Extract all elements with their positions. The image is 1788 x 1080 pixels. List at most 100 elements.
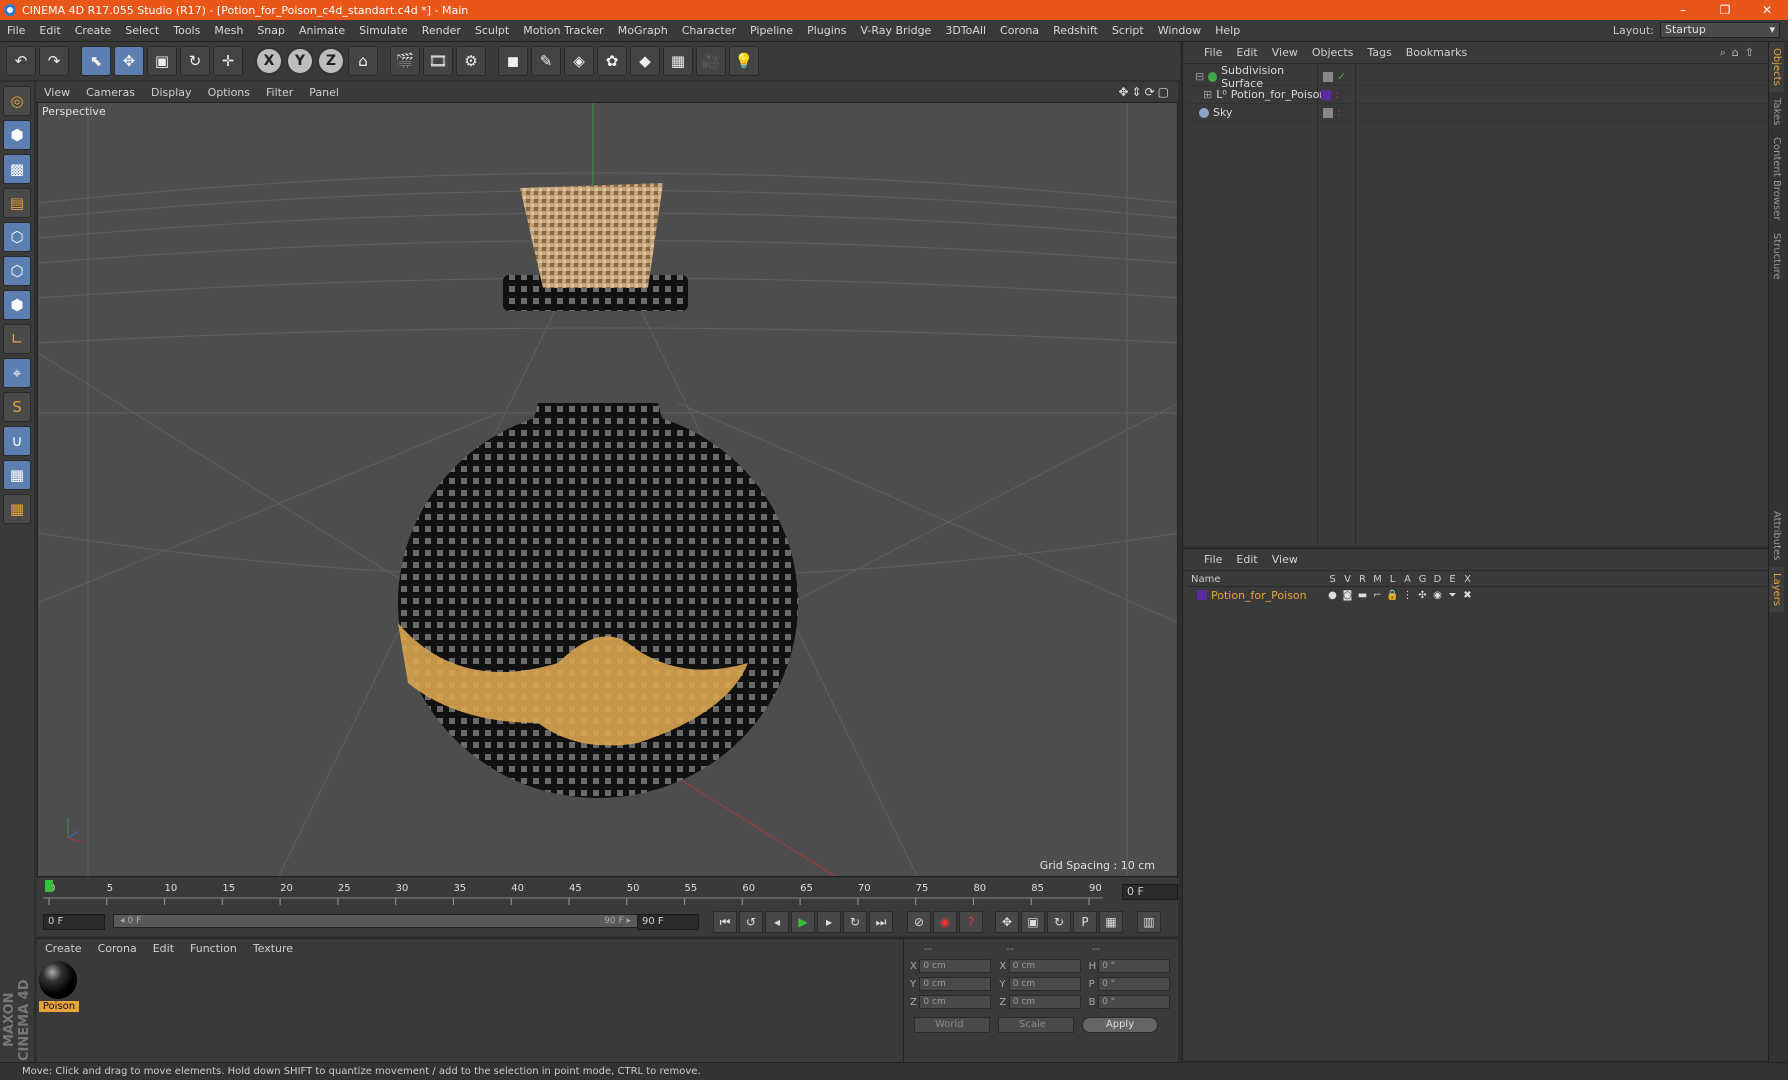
object-menu-bookmarks[interactable]: Bookmarks [1399, 46, 1474, 59]
start-frame-field[interactable]: 0 F [43, 914, 105, 930]
menu-render[interactable]: Render [415, 24, 468, 37]
record-active-icon[interactable]: ◉ [933, 911, 957, 933]
record-keys-icon[interactable]: ⊘ [907, 911, 931, 933]
layer-animation-icon[interactable]: ⋮ [1400, 590, 1415, 601]
camera-icon[interactable]: 🎥 [696, 46, 726, 76]
next-frame-icon[interactable]: ▸ [817, 911, 841, 933]
autokey-icon[interactable]: ? [959, 911, 983, 933]
layer-manager-icon[interactable]: ⌐ [1370, 590, 1385, 601]
perspective-viewport[interactable]: Perspective Grid Spacing : 10 cm [37, 102, 1178, 877]
menu-edit[interactable]: Edit [32, 24, 67, 37]
restore-button[interactable]: ❐ [1704, 0, 1746, 20]
axis-mode-icon[interactable]: ∟ [3, 324, 31, 354]
minimize-button[interactable]: – [1662, 0, 1704, 20]
magnet-icon[interactable]: ∪ [3, 426, 31, 456]
undo-icon[interactable]: ↶ [6, 46, 36, 76]
tab-structure[interactable]: Structure [1769, 227, 1784, 286]
tweak-mode-icon[interactable]: ⌖ [3, 358, 31, 388]
tab-layers[interactable]: Layers [1769, 566, 1784, 612]
coordinate-system-icon[interactable]: ⌂ [348, 46, 378, 76]
object-row-sky[interactable]: Sky : [1187, 104, 1767, 122]
key-scale-icon[interactable]: ▣ [1021, 911, 1045, 933]
live-selection-icon[interactable]: ⬉ [81, 46, 111, 76]
menu-snap[interactable]: Snap [250, 24, 292, 37]
object-menu-file[interactable]: File [1197, 46, 1229, 59]
previous-key-icon[interactable]: ↺ [739, 911, 763, 933]
size-z-field[interactable]: 0 cm [1008, 995, 1081, 1009]
size-y-field[interactable]: 0 cm [1008, 977, 1081, 991]
texture-mode-icon[interactable]: ▩ [3, 154, 31, 184]
layer-row[interactable]: Potion_for_Poison ● ◙ ▬ ⌐ 🔒 ⋮ ✣ ◉ ⏷ ✖ [1187, 587, 1767, 603]
object-menu-edit[interactable]: Edit [1229, 46, 1264, 59]
visibility-toggle-icon[interactable] [1323, 71, 1333, 82]
position-z-field[interactable]: 0 cm [919, 995, 992, 1009]
y-axis-lock-icon[interactable]: Y [286, 47, 314, 75]
menu-3dtoall[interactable]: 3DToAll [938, 24, 993, 37]
playhead-marker[interactable] [45, 880, 53, 892]
viewport-menu-options[interactable]: Options [200, 86, 258, 99]
sky-dots-icon[interactable]: : [1337, 106, 1341, 119]
render-settings-icon[interactable]: ⚙ [456, 46, 486, 76]
subdivision-generator-icon[interactable]: ◈ [564, 46, 594, 76]
viewport-navigation-icons[interactable]: ✥⇕⟳▢ [1118, 85, 1172, 99]
go-to-start-icon[interactable]: ⏮ [713, 911, 737, 933]
menu-corona[interactable]: Corona [993, 24, 1046, 37]
layer-menu-edit[interactable]: Edit [1229, 553, 1264, 566]
layer-render-icon[interactable]: ▬ [1355, 590, 1370, 601]
polygons-mode-icon[interactable]: ⬢ [3, 290, 31, 320]
workplane-lock-icon[interactable]: ▦ [3, 460, 31, 490]
menu-plugins[interactable]: Plugins [800, 24, 853, 37]
material-menu-corona[interactable]: Corona [90, 942, 145, 955]
key-parameter-icon[interactable]: P [1073, 911, 1097, 933]
size-x-field[interactable]: 0 cm [1008, 959, 1081, 973]
play-icon[interactable]: ▶ [791, 911, 815, 933]
object-menu-objects[interactable]: Objects [1305, 46, 1361, 59]
grid-snap-icon[interactable]: ▦ [3, 494, 31, 524]
object-row-potion[interactable]: ⊞ L⁰ Potion_for_Poison : [1187, 86, 1767, 104]
tab-attributes[interactable]: Attributes [1769, 505, 1784, 566]
layer-xref-icon[interactable]: ✖ [1460, 590, 1475, 601]
rotate-tool-icon[interactable]: ↻ [180, 46, 210, 76]
menu-simulate[interactable]: Simulate [352, 24, 415, 37]
tab-objects[interactable]: Objects [1769, 42, 1784, 92]
viewport-menu-cameras[interactable]: Cameras [78, 86, 143, 99]
menu-redshift[interactable]: Redshift [1046, 24, 1105, 37]
go-to-end-icon[interactable]: ⏭ [869, 911, 893, 933]
material-swatch[interactable]: Poison [39, 961, 79, 1012]
points-mode-icon[interactable]: ⬡ [3, 222, 31, 252]
apply-button[interactable]: Apply [1082, 1017, 1158, 1033]
timeline-ruler[interactable]: 051015202530354045505560657075808590 [43, 878, 1103, 908]
next-key-icon[interactable]: ↻ [843, 911, 867, 933]
viewport-camera-label[interactable]: Perspective [42, 105, 106, 118]
edges-mode-icon[interactable]: ⬡ [3, 256, 31, 286]
layer-deformers-icon[interactable]: ◉ [1430, 590, 1445, 601]
layer-color-swatch[interactable] [1197, 590, 1207, 600]
layer-menu-file[interactable]: File [1197, 553, 1229, 566]
layer-lock-icon[interactable]: 🔒 [1385, 590, 1400, 601]
rotation-p-field[interactable]: 0 ° [1098, 977, 1170, 991]
close-button[interactable]: ✕ [1746, 0, 1788, 20]
layer-menu-view[interactable]: View [1265, 553, 1305, 566]
scale-tool-icon[interactable]: ▣ [147, 46, 177, 76]
key-position-icon[interactable]: ✥ [995, 911, 1019, 933]
position-x-field[interactable]: 0 cm [919, 959, 992, 973]
object-panel-tools-icon[interactable]: ⌕⌂⇧ [1720, 46, 1760, 60]
x-axis-lock-icon[interactable]: X [255, 47, 283, 75]
timeline-window-icon[interactable]: ▥ [1137, 911, 1161, 933]
menu-mograph[interactable]: MoGraph [611, 24, 675, 37]
menu-script[interactable]: Script [1105, 24, 1151, 37]
frame-range-slider[interactable]: ◂ 0 F 90 F ▸ [113, 914, 638, 928]
menu-pipeline[interactable]: Pipeline [743, 24, 800, 37]
snapping-icon[interactable]: S [3, 392, 31, 422]
pen-spline-icon[interactable]: ✎ [531, 46, 561, 76]
menu-select[interactable]: Select [118, 24, 166, 37]
world-dropdown[interactable]: World [914, 1017, 990, 1033]
recent-tool-icon[interactable]: ✛ [213, 46, 243, 76]
move-tool-icon[interactable]: ✥ [114, 46, 144, 76]
cloner-icon[interactable]: ✿ [597, 46, 627, 76]
workplane-mode-icon[interactable]: ▤ [3, 188, 31, 218]
rotation-b-field[interactable]: 0 ° [1098, 995, 1170, 1009]
key-pla-icon[interactable]: ▦ [1099, 911, 1123, 933]
model-mode-icon[interactable]: ⬢ [3, 120, 31, 150]
layer-solo-icon[interactable]: ● [1325, 590, 1340, 601]
